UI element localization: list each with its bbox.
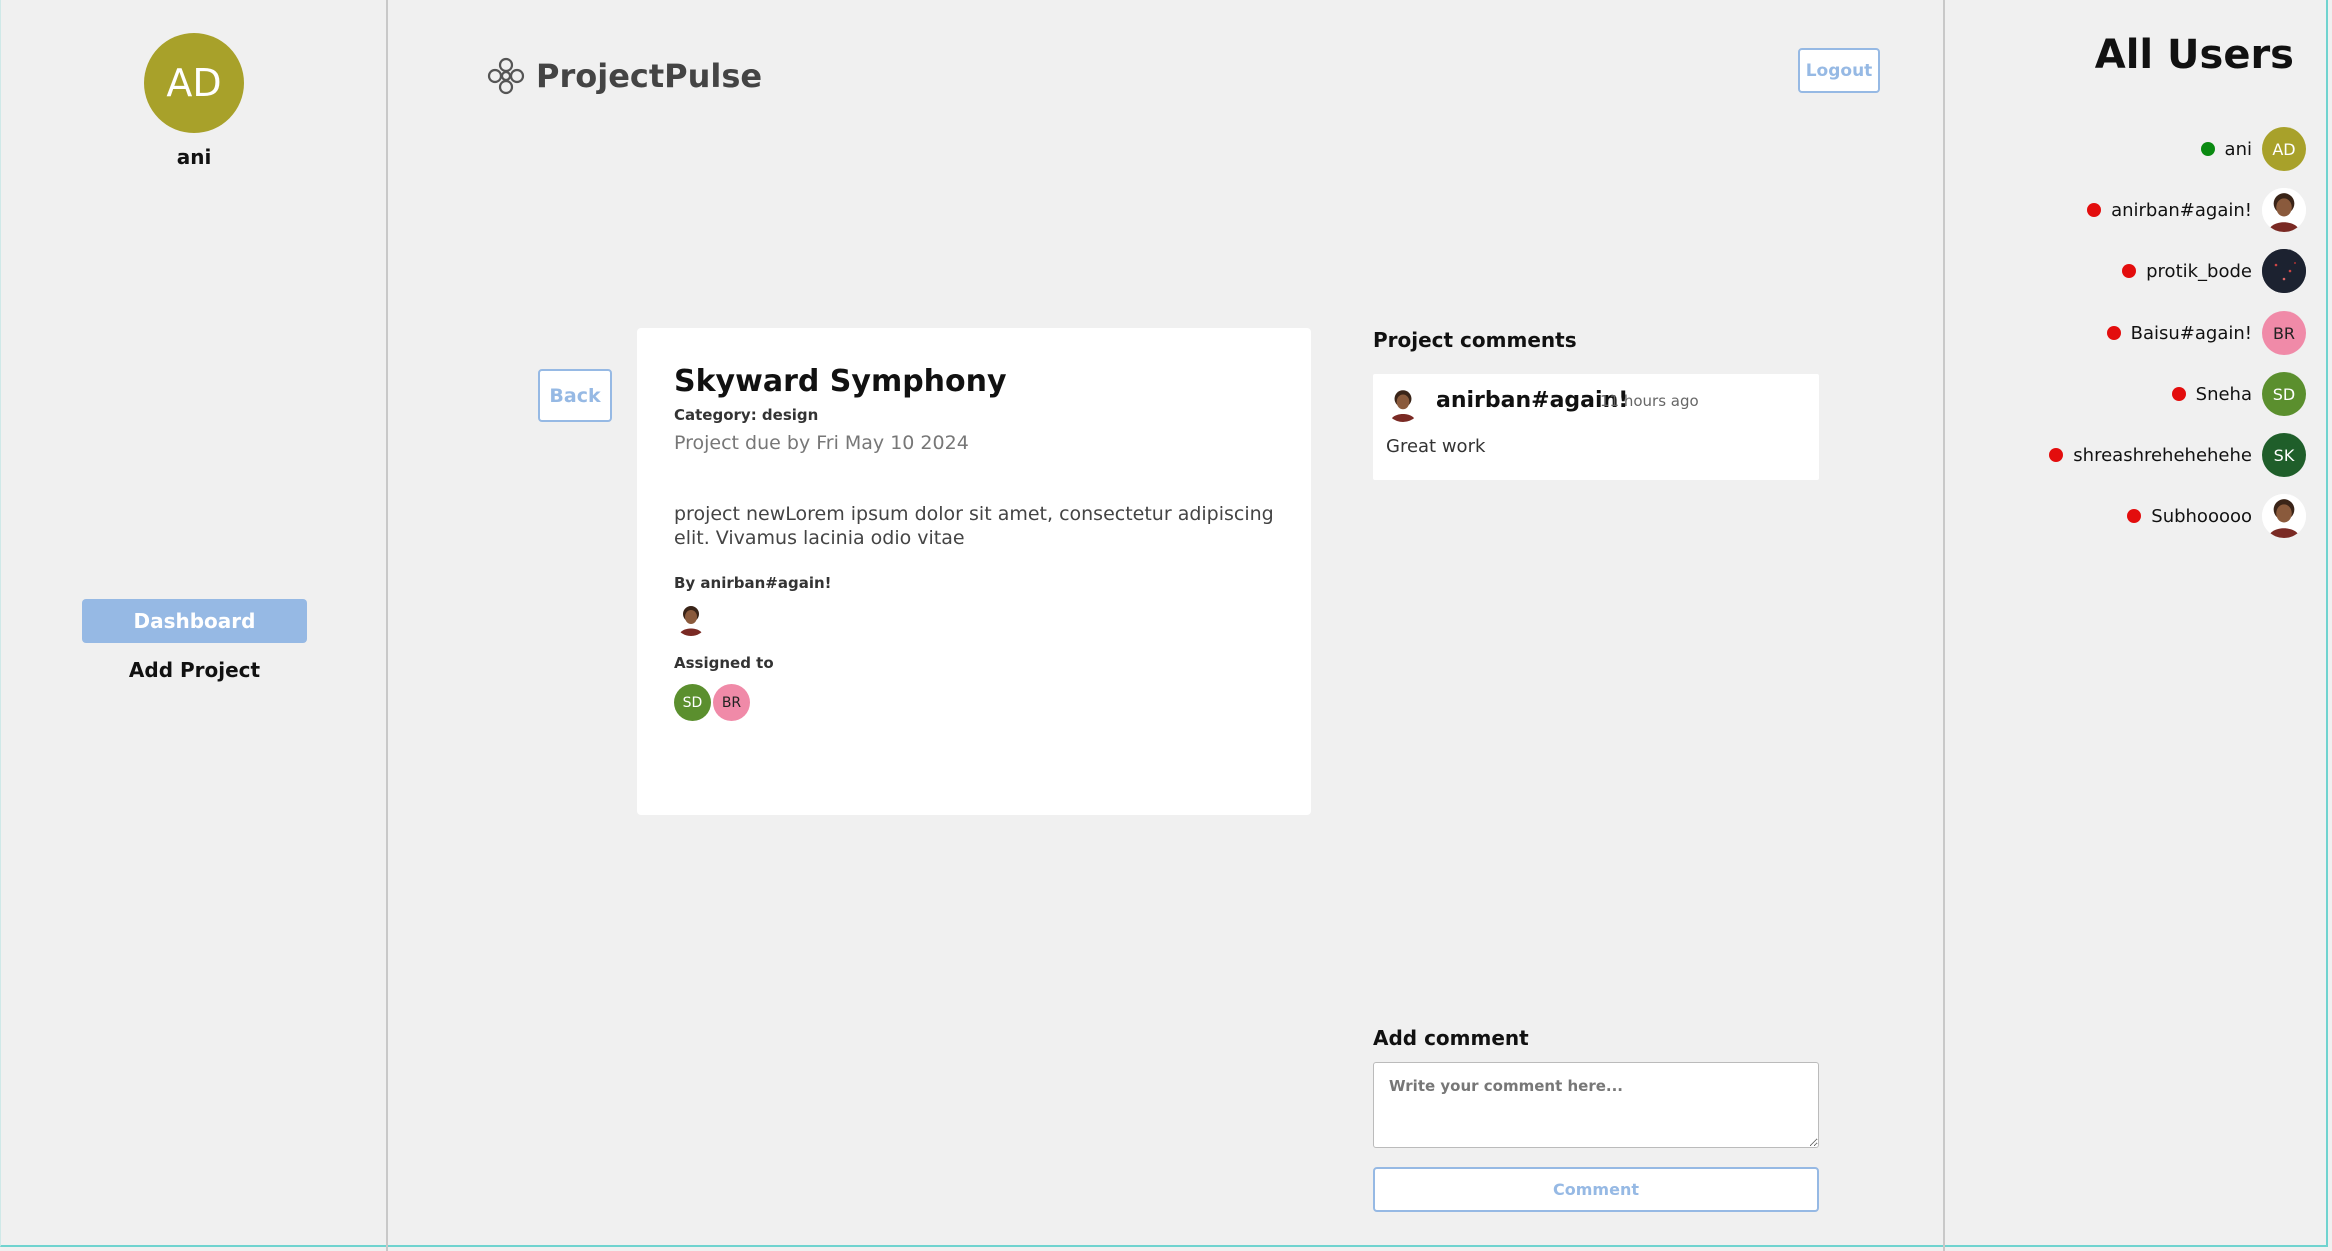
user-avatar: SD (2262, 372, 2306, 416)
project-category: Category: design (674, 406, 819, 424)
project-author-label: By anirban#again! (674, 574, 832, 592)
assigned-label: Assigned to (674, 654, 774, 672)
user-list-item[interactable]: Baisu#again! BR (2106, 311, 2306, 355)
comment-input[interactable] (1373, 1062, 1819, 1148)
assignee-avatar: SD (674, 684, 711, 721)
user-name: shreashrehehehehe (2073, 444, 2252, 466)
current-user-avatar: AD (144, 33, 244, 133)
comment-time: 11 hours ago (1600, 392, 1699, 410)
logout-button[interactable]: Logout (1798, 48, 1880, 93)
user-list-item[interactable]: protik_bode (2122, 249, 2306, 293)
offline-status-dot (2106, 326, 2121, 340)
user-list-item[interactable]: anirban#again! (2087, 188, 2306, 232)
comment-item: anirban#again! 11 hours ago Great work (1373, 374, 1819, 480)
user-avatar: SK (2262, 433, 2306, 477)
project-card: Skyward Symphony Category: design Projec… (637, 328, 1311, 815)
right-sidebar: All Users ani AD anirban#again! protik_b… (1943, 0, 2332, 1251)
offline-status-dot (2122, 264, 2137, 278)
offline-status-dot (2171, 387, 2186, 401)
project-due-date: Project due by Fri May 10 2024 (674, 432, 969, 454)
user-name: Sneha (2195, 383, 2252, 405)
user-name: anirban#again! (2111, 199, 2252, 221)
logo-icon (487, 57, 525, 95)
back-button[interactable]: Back (538, 369, 612, 422)
person-photo-icon (2262, 188, 2306, 232)
person-photo-icon (1385, 386, 1421, 422)
comment-author-avatar (1385, 386, 1421, 422)
user-avatar (2262, 249, 2306, 293)
offline-status-dot (2087, 203, 2102, 217)
user-name: Subhooooo (2151, 505, 2252, 527)
project-title: Skyward Symphony (674, 364, 1007, 399)
offline-status-dot (2127, 509, 2142, 523)
user-name: ani (2224, 138, 2252, 160)
offline-status-dot (2049, 448, 2064, 462)
comment-text: Great work (1386, 436, 1486, 457)
current-user-name: ani (176, 145, 212, 169)
user-name: protik_bode (2146, 260, 2252, 282)
user-list-item[interactable]: Subhooooo (2127, 494, 2306, 538)
left-sidebar: AD ani Dashboard Add Project (0, 0, 388, 1251)
add-comment-title: Add comment (1373, 1026, 1529, 1050)
user-avatar: AD (2262, 127, 2306, 171)
comment-submit-button[interactable]: Comment (1373, 1167, 1819, 1212)
comments-title: Project comments (1373, 328, 1577, 352)
user-avatar (2262, 188, 2306, 232)
user-name: Baisu#again! (2130, 322, 2252, 344)
sidebar-item-add-project[interactable]: Add Project (82, 658, 307, 682)
all-users-title: All Users (2094, 32, 2294, 78)
person-photo-icon (674, 602, 708, 636)
project-description: project newLorem ipsum dolor sit amet, c… (674, 503, 1274, 549)
assignee-list: SD BR (674, 684, 750, 721)
assignee-avatar: BR (713, 684, 750, 721)
user-list-item[interactable]: ani AD (2200, 127, 2306, 171)
user-list-item[interactable]: shreashrehehehehe SK (2049, 433, 2306, 477)
user-avatar (2262, 494, 2306, 538)
user-list-item[interactable]: Sneha SD (2171, 372, 2306, 416)
dark-photo-icon (2262, 249, 2306, 293)
project-author-avatar (674, 602, 708, 636)
user-avatar: BR (2262, 311, 2306, 355)
app-logo[interactable]: ProjectPulse (486, 56, 762, 96)
sidebar-item-dashboard[interactable]: Dashboard (82, 599, 307, 643)
person-photo-icon (2262, 494, 2306, 538)
online-status-dot (2200, 142, 2215, 156)
app-name: ProjectPulse (536, 57, 763, 95)
